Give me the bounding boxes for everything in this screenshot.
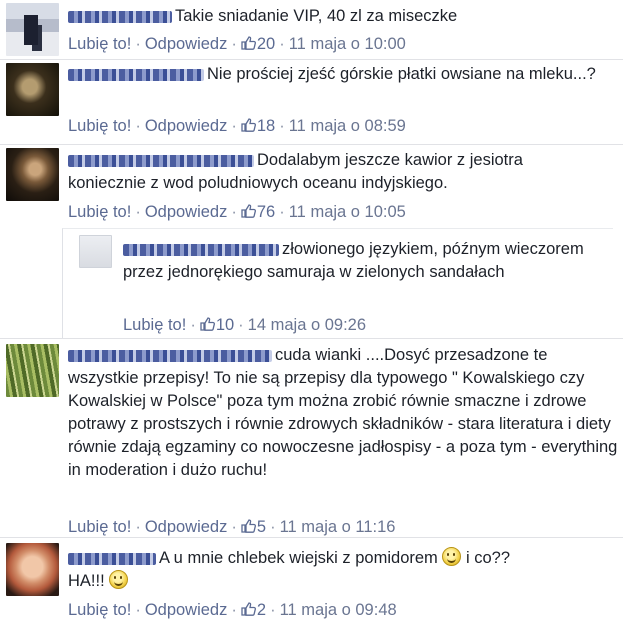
- author-name[interactable]: [123, 243, 279, 256]
- avatar[interactable]: [6, 63, 59, 116]
- thumbs-up-icon: [241, 519, 256, 533]
- comment-actions: Lubię to! · Odpowiedz · 5 · 11 maja o 11:16: [68, 518, 396, 536]
- comment-body: cuda wianki ....Dosyć przesadzone te wsz…: [68, 344, 618, 482]
- like-link[interactable]: Lubię to!: [68, 203, 131, 221]
- comment-text: Nie prościej zjeść górskie płatki owsian…: [207, 65, 596, 83]
- author-name[interactable]: [68, 68, 204, 81]
- timestamp[interactable]: 11 maja o 08:59: [289, 117, 406, 135]
- timestamp[interactable]: 11 maja o 09:48: [280, 601, 397, 619]
- author-name[interactable]: [68, 552, 156, 565]
- reply-link[interactable]: Odpowiedz: [145, 35, 228, 53]
- reply-link[interactable]: Odpowiedz: [145, 518, 228, 536]
- comment-text-part2: i co??: [465, 549, 511, 567]
- thumbs-up-icon: [241, 602, 256, 616]
- author-name[interactable]: [68, 154, 254, 167]
- smile-emoji-icon: [109, 570, 129, 589]
- thumbs-up-icon: [241, 36, 256, 50]
- avatar[interactable]: [79, 235, 112, 268]
- avatar[interactable]: [6, 543, 59, 596]
- comment-text: cuda wianki ....Dosyć przesadzone te wsz…: [68, 346, 618, 479]
- avatar[interactable]: [6, 3, 59, 56]
- timestamp[interactable]: 11 maja o 10:00: [289, 35, 406, 53]
- comment-body: A u mnie chlebek wiejski z pomidorem i c…: [68, 547, 608, 593]
- comment-body: Nie prościej zjeść górskie płatki owsian…: [68, 63, 608, 86]
- smile-emoji-icon: [442, 547, 462, 566]
- timestamp[interactable]: 11 maja o 10:05: [289, 203, 406, 221]
- comment-body: Dodalabym jeszcze kawior z jesiotra koni…: [68, 149, 588, 195]
- like-link[interactable]: Lubię to!: [68, 117, 131, 135]
- reply-link[interactable]: Odpowiedz: [145, 203, 228, 221]
- reply-link[interactable]: Odpowiedz: [145, 601, 228, 619]
- like-link[interactable]: Lubię to!: [68, 35, 131, 53]
- author-name[interactable]: [68, 349, 272, 362]
- comment-text: Takie sniadanie VIP, 40 zl za miseczke: [175, 7, 458, 25]
- comment-3: Dodalabym jeszcze kawior z jesiotra koni…: [0, 145, 623, 228]
- comment-text-part1: A u mnie chlebek wiejski z pomidorem: [159, 549, 438, 567]
- comment-1: Takie sniadanie VIP, 40 zl za miseczke L…: [0, 0, 623, 60]
- avatar[interactable]: [6, 344, 59, 397]
- like-count[interactable]: 18: [241, 117, 275, 135]
- timestamp[interactable]: 11 maja o 11:16: [280, 518, 396, 536]
- like-count[interactable]: 20: [241, 35, 275, 53]
- timestamp[interactable]: 14 maja o 09:26: [248, 316, 366, 334]
- like-count[interactable]: 10: [200, 316, 234, 334]
- comment-actions: Lubię to! · Odpowiedz · 20 · 11 maja o 10:00: [68, 35, 406, 53]
- like-count[interactable]: 76: [241, 203, 275, 221]
- thumbs-up-icon: [241, 118, 256, 132]
- comment-text-part3: HA!!!: [68, 572, 105, 590]
- like-count[interactable]: 2: [241, 601, 266, 619]
- comment-2: Nie prościej zjeść górskie płatki owsian…: [0, 60, 623, 145]
- comment-actions: Lubię to! · Odpowiedz · 76 · 11 maja o 10:05: [68, 203, 406, 221]
- comment-body: złowionego językiem, późnym wieczorem pr…: [123, 238, 593, 284]
- thumbs-up-icon: [241, 204, 256, 218]
- like-link[interactable]: Lubię to!: [123, 316, 186, 334]
- reply-1: złowionego językiem, późnym wieczorem pr…: [0, 228, 623, 338]
- comment-5: cuda wianki ....Dosyć przesadzone te wsz…: [0, 338, 623, 538]
- comment-actions: Lubię to! · Odpowiedz · 2 · 11 maja o 09:48: [68, 601, 397, 619]
- avatar[interactable]: [6, 148, 59, 201]
- like-link[interactable]: Lubię to!: [68, 518, 131, 536]
- comment-actions: Lubię to! · Odpowiedz · 18 · 11 maja o 08:59: [68, 117, 406, 135]
- comment-6: A u mnie chlebek wiejski z pomidorem i c…: [0, 538, 623, 625]
- comment-body: Takie sniadanie VIP, 40 zl za miseczke: [68, 5, 616, 28]
- reply-link[interactable]: Odpowiedz: [145, 117, 228, 135]
- like-count[interactable]: 5: [241, 518, 266, 536]
- like-link[interactable]: Lubię to!: [68, 601, 131, 619]
- author-name[interactable]: [68, 10, 172, 23]
- thumbs-up-icon: [200, 317, 215, 331]
- comment-actions: Lubię to! · 10 · 14 maja o 09:26: [123, 316, 367, 334]
